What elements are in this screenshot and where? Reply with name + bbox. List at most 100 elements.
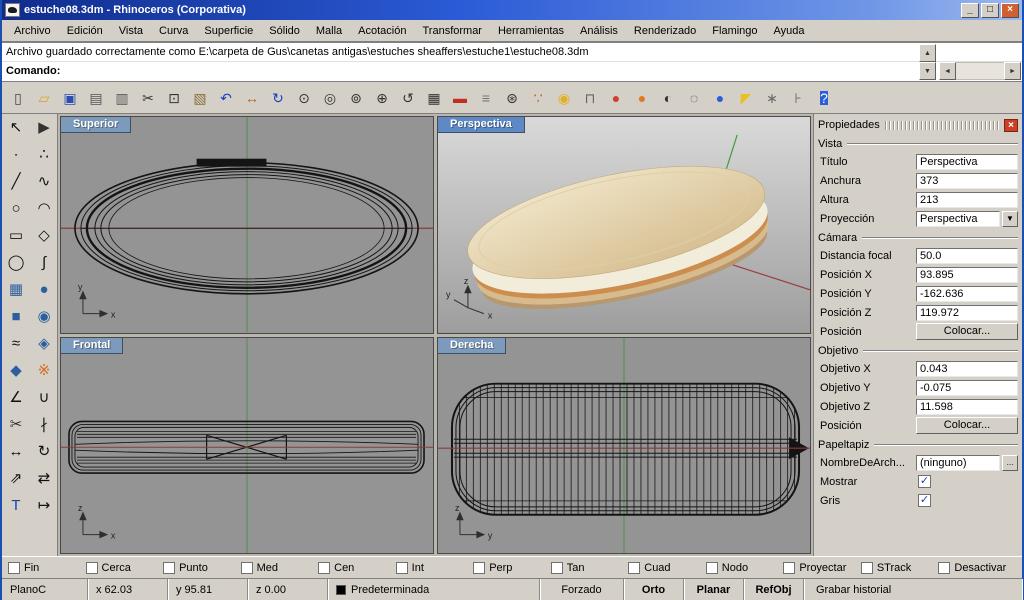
ellipse-icon[interactable]: ◯	[2, 249, 30, 276]
nombre-archivo-input[interactable]: (ninguno)	[916, 455, 1000, 471]
osnap-checkbox[interactable]	[551, 562, 563, 574]
polygon-icon[interactable]: ◇	[30, 222, 58, 249]
titulo-input[interactable]: Perspectiva	[916, 154, 1018, 170]
osnap-checkbox[interactable]	[628, 562, 640, 574]
copy-icon[interactable]: ⊡	[162, 86, 186, 110]
distancia-focal-input[interactable]: 50.0	[916, 248, 1018, 264]
viewport-tab-derecha[interactable]: Derecha	[438, 338, 506, 354]
viewport-tab-frontal[interactable]: Frontal	[61, 338, 123, 354]
scroll-track[interactable]	[956, 62, 1004, 80]
zoom-window-icon[interactable]: ◎	[318, 86, 342, 110]
select-filter-icon[interactable]: ▶	[30, 114, 58, 141]
minimize-button[interactable]: _	[961, 3, 979, 18]
lock-icon[interactable]: ⊓	[578, 86, 602, 110]
print-icon[interactable]: ▤	[84, 86, 108, 110]
viewport-tab-perspectiva[interactable]: Perspectiva	[438, 117, 525, 133]
select-icon[interactable]: ↖	[2, 114, 30, 141]
menu-flamingo[interactable]: Flamingo	[704, 22, 765, 40]
layer-pane[interactable]: Predeterminada	[328, 579, 540, 600]
circle-icon[interactable]: ○	[2, 195, 30, 222]
posicion-x-input[interactable]: 93.895	[916, 267, 1018, 283]
move-icon[interactable]: ↔	[2, 438, 30, 465]
perspectiva-canvas[interactable]: z y x	[438, 117, 810, 333]
altura-input[interactable]: 213	[916, 192, 1018, 208]
proyeccion-select[interactable]: Perspectiva	[916, 211, 1000, 227]
anchura-input[interactable]: 373	[916, 173, 1018, 189]
menu-superficie[interactable]: Superficie	[196, 22, 261, 40]
osnap-checkbox[interactable]	[783, 562, 795, 574]
save-icon[interactable]: ▣	[58, 86, 82, 110]
osnap-checkbox[interactable]	[396, 562, 408, 574]
osnap-checkbox[interactable]	[163, 562, 175, 574]
wireframe-sphere-icon[interactable]: ◌	[682, 86, 706, 110]
maximize-button[interactable]: □	[981, 3, 999, 18]
refobj-toggle[interactable]: RefObj	[744, 579, 804, 600]
menu-malla[interactable]: Malla	[308, 22, 350, 40]
options-gear-icon[interactable]: ∗	[760, 86, 784, 110]
osnap-checkbox[interactable]	[938, 562, 950, 574]
osnap-checkbox[interactable]	[8, 562, 20, 574]
fillet-icon[interactable]: ∠	[2, 384, 30, 411]
menu-acotacion[interactable]: Acotación	[350, 22, 414, 40]
osnap-proyectar[interactable]: Proyectar	[783, 562, 861, 574]
menu-edicion[interactable]: Edición	[59, 22, 111, 40]
material-sphere-icon[interactable]: ●	[708, 86, 732, 110]
panel-grip[interactable]	[885, 121, 999, 130]
arc-icon[interactable]: ◠	[30, 195, 58, 222]
flag-icon[interactable]: ◤	[734, 86, 758, 110]
osnap-desactivar[interactable]: Desactivar	[938, 562, 1016, 574]
pan-icon[interactable]: ↔	[240, 86, 264, 110]
export-icon[interactable]: ▥	[110, 86, 134, 110]
osnap-checkbox[interactable]	[86, 562, 98, 574]
osnap-checkbox[interactable]	[473, 562, 485, 574]
solid-tools-icon[interactable]: ◆	[2, 357, 30, 384]
browse-wallpaper-button[interactable]: ...	[1002, 455, 1018, 471]
close-button[interactable]: ×	[1001, 3, 1019, 18]
menu-transformar[interactable]: Transformar	[414, 22, 490, 40]
viewport-perspectiva[interactable]: z y x Perspectiva	[437, 116, 811, 334]
osnap-checkbox[interactable]	[318, 562, 330, 574]
menu-analisis[interactable]: Análisis	[572, 22, 626, 40]
box-icon[interactable]: ■	[2, 303, 30, 330]
menu-solido[interactable]: Sólido	[261, 22, 308, 40]
scale-icon[interactable]: ⇗	[2, 465, 30, 492]
viewport-derecha[interactable]: y z Derecha	[437, 337, 811, 555]
trim-icon[interactable]: ✂	[2, 411, 30, 438]
point-icon[interactable]: ∙	[2, 141, 30, 168]
derecha-canvas[interactable]: y z	[438, 338, 810, 554]
rotate-icon[interactable]: ↻	[30, 438, 58, 465]
freeform-curve-icon[interactable]: ∫	[30, 249, 58, 276]
shade-sphere-icon[interactable]: ◐	[656, 86, 680, 110]
point-cloud-icon[interactable]: ∴	[30, 141, 58, 168]
forzado-toggle[interactable]: Forzado	[540, 579, 624, 600]
proyeccion-dropdown-icon[interactable]: ▼	[1002, 211, 1018, 227]
command-input[interactable]: Comando:	[2, 62, 1022, 81]
osnap-checkbox[interactable]	[241, 562, 253, 574]
osnap-checkbox[interactable]	[706, 562, 718, 574]
dimension-icon[interactable]: ↦	[30, 492, 58, 519]
cylinder-icon[interactable]: ◉	[30, 303, 58, 330]
zoom-extents-icon[interactable]: ⊚	[344, 86, 368, 110]
explode-icon[interactable]: ※	[30, 357, 58, 384]
cplane-pane[interactable]: PlanoC	[2, 579, 88, 600]
osnap-punto[interactable]: Punto	[163, 562, 241, 574]
shaded-view-icon[interactable]: ▬	[448, 86, 472, 110]
menu-archivo[interactable]: Archivo	[6, 22, 59, 40]
rectangle-icon[interactable]: ▭	[2, 222, 30, 249]
colocar-objetivo-button[interactable]: Colocar...	[916, 417, 1018, 434]
render-tools-icon[interactable]: ≡	[474, 86, 498, 110]
osnap-cerca[interactable]: Cerca	[86, 562, 164, 574]
osnap-strack[interactable]: STrack	[861, 562, 939, 574]
viewport-superior[interactable]: x y Superior	[60, 116, 434, 334]
cut-icon[interactable]: ✂	[136, 86, 160, 110]
menu-renderizado[interactable]: Renderizado	[626, 22, 704, 40]
superior-canvas[interactable]: x y	[61, 117, 433, 333]
scroll-down-icon[interactable]: ▼	[919, 62, 936, 80]
osnap-nodo[interactable]: Nodo	[706, 562, 784, 574]
frontal-canvas[interactable]: x z	[61, 338, 433, 554]
gris-checkbox[interactable]: ✓	[918, 494, 931, 507]
historial-toggle[interactable]: Grabar historial	[804, 579, 1022, 600]
objetivo-y-input[interactable]: -0.075	[916, 380, 1018, 396]
lamp-icon[interactable]: ◉	[552, 86, 576, 110]
join-icon[interactable]: ∪	[30, 384, 58, 411]
